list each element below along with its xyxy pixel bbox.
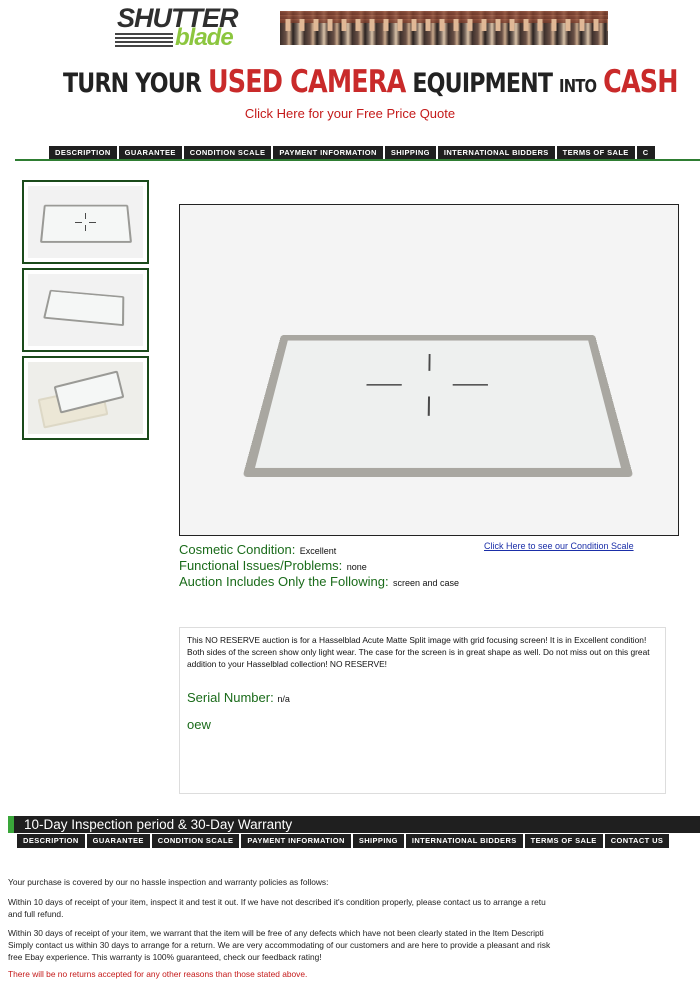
functional-issues-label: Functional Issues/Problems: — [179, 558, 343, 573]
bottom-nav-description[interactable]: DESCRIPTION — [17, 834, 85, 848]
banner-text-3: EQUIPMENT — [412, 68, 553, 99]
warranty-intro: Your purchase is covered by our no hassl… — [8, 877, 329, 887]
banner-text-1: TURN YOUR — [63, 68, 202, 99]
nav-condition-scale[interactable]: CONDITION SCALE — [183, 146, 272, 160]
thumbnail-3[interactable] — [22, 356, 149, 440]
cosmetic-condition-value: Excellent — [299, 546, 337, 556]
nav-description[interactable]: DESCRIPTION — [49, 146, 117, 160]
inspection-policy-line-2: and full refund. — [8, 909, 64, 919]
nav-divider — [15, 159, 700, 161]
functional-issues-value: none — [346, 562, 367, 572]
main-product-image[interactable] — [179, 204, 679, 536]
staff-group-photo — [280, 11, 608, 45]
nav-contact-us[interactable]: C — [636, 146, 655, 160]
bottom-nav-shipping[interactable]: SHIPPING — [352, 834, 404, 848]
banner-text-2: USED CAMERA — [207, 64, 406, 100]
nav-payment-information[interactable]: PAYMENT INFORMATION — [273, 146, 383, 160]
nav-guarantee[interactable]: GUARANTEE — [118, 146, 182, 160]
bottom-nav-terms-of-sale[interactable]: TERMS OF SALE — [524, 834, 603, 848]
bottom-nav-payment-information[interactable]: PAYMENT INFORMATION — [241, 834, 351, 848]
description-text: This NO RESERVE auction is for a Hasselb… — [187, 635, 650, 669]
bottom-nav-guarantee[interactable]: GUARANTEE — [86, 834, 150, 848]
free-price-quote-link[interactable]: Click Here for your Free Price Quote — [0, 106, 700, 121]
warranty-policy-line-3: free Ebay experience. This warranty is 1… — [8, 952, 322, 962]
thumbnail-2[interactable] — [22, 268, 149, 352]
bottom-nav-contact-us[interactable]: CONTACT US — [604, 834, 670, 848]
thumbnail-1[interactable] — [22, 180, 149, 264]
description-box: This NO RESERVE auction is for a Hasselb… — [179, 627, 666, 794]
shutterblade-logo[interactable]: SHUTTER blade — [115, 3, 275, 51]
serial-number-value: n/a — [277, 694, 290, 704]
banner-text-4: INTO — [559, 76, 597, 97]
logo-bars — [115, 33, 173, 49]
return-policy-note: There will be no returns accepted for an… — [8, 969, 308, 979]
bottom-nav: DESCRIPTION GUARANTEE CONDITION SCALE PA… — [17, 834, 671, 848]
bottom-nav-condition-scale[interactable]: CONDITION SCALE — [151, 834, 240, 848]
auction-includes: Auction Includes Only the Following: scr… — [179, 573, 459, 591]
inspection-policy-line-1: Within 10 days of receipt of your item, … — [8, 897, 546, 907]
top-nav: DESCRIPTION GUARANTEE CONDITION SCALE PA… — [49, 146, 657, 160]
auction-includes-label: Auction Includes Only the Following: — [179, 574, 389, 589]
bottom-nav-international-bidders[interactable]: INTERNATIONAL BIDDERS — [405, 834, 523, 848]
auction-includes-value: screen and case — [393, 578, 460, 588]
logo-text-bottom: blade — [175, 24, 234, 51]
nav-international-bidders[interactable]: INTERNATIONAL BIDDERS — [437, 146, 555, 160]
condition-scale-link[interactable]: Click Here to see our Condition Scale — [484, 541, 634, 551]
banner-text-5: CASH — [603, 64, 678, 100]
nav-shipping[interactable]: SHIPPING — [384, 146, 436, 160]
warranty-title: 10-Day Inspection period & 30-Day Warran… — [24, 817, 293, 832]
serial-number-label: Serial Number: — [187, 690, 274, 705]
focusing-screen — [242, 334, 634, 477]
warranty-policy-line-1: Within 30 days of receipt of your item, … — [8, 928, 544, 938]
nav-terms-of-sale[interactable]: TERMS OF SALE — [556, 146, 635, 160]
warranty-policy-line-2: Simply contact us within 30 days to arra… — [8, 940, 551, 950]
serial-number: Serial Number: n/a — [187, 690, 290, 705]
cash-banner[interactable]: TURN YOUR USED CAMERA EQUIPMENT INTO CAS… — [63, 62, 679, 102]
cosmetic-condition-label: Cosmetic Condition: — [179, 542, 296, 557]
item-code: oew — [187, 717, 211, 732]
warranty-header: 10-Day Inspection period & 30-Day Warran… — [8, 816, 700, 833]
